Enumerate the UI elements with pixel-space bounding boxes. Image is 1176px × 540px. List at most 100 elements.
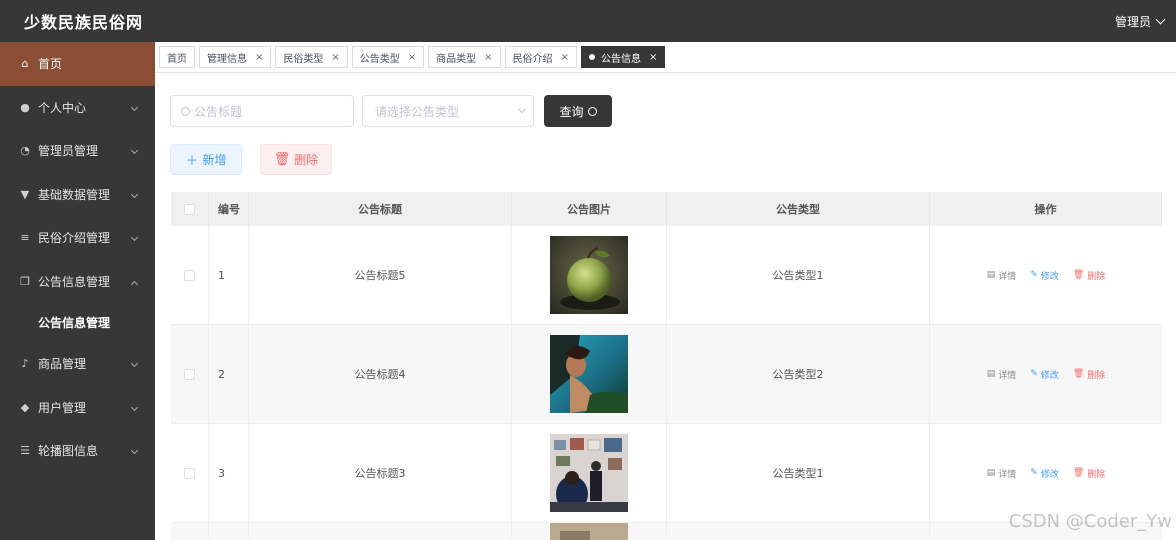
edit-icon: ✎ xyxy=(1030,270,1038,280)
select-placeholder: 请选择公告类型 xyxy=(375,104,460,119)
row-id: 1 xyxy=(209,226,249,324)
row-operations: ▤ 详情 ✎ 修改 🗑 删除 xyxy=(930,325,1162,423)
edit-icon: ✎ xyxy=(1030,468,1038,478)
copy-icon: ❐ xyxy=(20,274,30,288)
close-icon[interactable]: × xyxy=(255,52,263,63)
row-image-cell xyxy=(512,325,667,423)
search-icon xyxy=(587,106,597,116)
tab-label: 民俗类型 xyxy=(283,53,324,65)
user-menu[interactable]: 管理员 xyxy=(1114,13,1166,30)
trash-icon: 🗑 xyxy=(273,152,291,167)
sidebar-item-admin[interactable]: ◔ 管理员管理 xyxy=(0,129,155,173)
notice-type-select[interactable]: 请选择公告类型 xyxy=(362,95,534,127)
tab-folk-type[interactable]: 民俗类型 × xyxy=(275,46,348,68)
sidebar-item-carousel[interactable]: ☰ 轮播图信息 xyxy=(0,429,155,473)
trash-icon: 🗑 xyxy=(1072,369,1085,379)
sidebar-item-label: 基础数据管理 xyxy=(38,187,111,202)
user-name: 管理员 xyxy=(1114,14,1151,29)
detail-button[interactable]: ▤ 详情 xyxy=(987,368,1017,381)
sidebar: ⌂ 首页 ● 个人中心 ◔ 管理员管理 ▼ 基础数据管理 ≡ 民俗介绍管理 ❐ … xyxy=(0,42,155,540)
chevron-down-icon xyxy=(1155,14,1166,24)
detail-button[interactable]: ▤ 详情 xyxy=(987,269,1017,282)
top-header: 少数民族民俗网 管理员 xyxy=(0,0,1176,42)
select-all-checkbox[interactable] xyxy=(184,203,195,215)
search-form: 公告标题 请选择公告类型 查询 xyxy=(170,95,612,127)
row-id: 2 xyxy=(209,325,249,423)
delete-label: 删除 xyxy=(294,153,319,167)
tab-notice-type[interactable]: 公告类型 × xyxy=(351,46,425,68)
tab-label: 商品类型 xyxy=(436,53,477,65)
notice-image[interactable] xyxy=(550,236,628,314)
add-button[interactable]: ＋ 新增 xyxy=(170,144,242,175)
row-id xyxy=(209,523,249,540)
tab-label: 管理信息 xyxy=(207,53,247,65)
sidebar-item-notice[interactable]: ❐ 公告信息管理 xyxy=(0,260,155,304)
row-delete-button[interactable]: 🗑 删除 xyxy=(1073,368,1105,381)
row-checkbox[interactable] xyxy=(184,269,195,281)
sidebar-item-home[interactable]: ⌂ 首页 xyxy=(0,42,155,86)
sidebar-item-label: 首页 xyxy=(38,57,63,72)
sidebar-subitem-notice-info[interactable]: 公告信息管理 xyxy=(0,303,155,342)
sidebar-item-basic-data[interactable]: ▼ 基础数据管理 xyxy=(0,173,155,217)
row-image-cell xyxy=(512,424,667,522)
close-icon[interactable]: × xyxy=(331,52,339,63)
search-icon xyxy=(181,106,190,116)
tab-folk-intro[interactable]: 民俗介绍 × xyxy=(504,46,577,68)
trash-icon: 🗑 xyxy=(1072,468,1085,478)
tab-home[interactable]: 首页 xyxy=(159,46,195,68)
row-delete-button[interactable]: 🗑 删除 xyxy=(1073,269,1105,282)
tab-goods-type[interactable]: 商品类型 × xyxy=(428,46,501,68)
home-icon: ⌂ xyxy=(21,57,29,71)
delete-button[interactable]: 🗑 删除 xyxy=(260,144,332,175)
row-id: 3 xyxy=(209,424,249,522)
header-type: 公告类型 xyxy=(667,192,930,226)
sidebar-item-label: 轮播图信息 xyxy=(38,444,99,459)
row-image-cell xyxy=(512,226,667,324)
row-title xyxy=(249,523,512,540)
chevron-up-icon xyxy=(130,280,139,288)
close-icon[interactable]: × xyxy=(561,52,569,63)
row-delete-button[interactable]: 🗑 删除 xyxy=(1073,467,1105,480)
edit-button[interactable]: ✎ 修改 xyxy=(1030,467,1059,480)
tags-bar: 首页 管理信息 × 民俗类型 × 公告类型 × 商品类型 × 民俗介绍 × 公告信息 × xyxy=(155,42,1176,73)
close-icon[interactable]: × xyxy=(408,52,416,63)
notice-image[interactable] xyxy=(550,523,628,540)
sidebar-item-profile[interactable]: ● 个人中心 xyxy=(0,86,155,130)
tab-notice-info[interactable]: 公告信息 × xyxy=(580,46,666,68)
menu-icon: ☰ xyxy=(20,444,30,458)
sidebar-item-label: 管理员管理 xyxy=(38,144,99,159)
close-icon[interactable]: × xyxy=(484,52,492,63)
row-checkbox-cell xyxy=(171,424,209,522)
sidebar-item-users[interactable]: ◆ 用户管理 xyxy=(0,386,155,430)
tab-admin-info[interactable]: 管理信息 × xyxy=(199,46,272,68)
query-label: 查询 xyxy=(559,104,584,119)
sidebar-item-goods[interactable]: ♪ 商品管理 xyxy=(0,342,155,386)
trash-icon: 🗑 xyxy=(1072,270,1085,280)
gauge-icon: ◔ xyxy=(20,144,30,158)
row-checkbox[interactable] xyxy=(184,467,195,479)
edit-button[interactable]: ✎ 修改 xyxy=(1030,269,1059,282)
notice-table: 编号 公告标题 公告图片 公告类型 操作 1 公告标题5 公告类型1 ▤ 详情 … xyxy=(171,192,1162,540)
row-checkbox-cell xyxy=(171,523,209,540)
query-button[interactable]: 查询 xyxy=(544,95,612,127)
notice-image[interactable] xyxy=(550,434,628,512)
row-checkbox[interactable] xyxy=(184,368,195,380)
sidebar-item-label: 个人中心 xyxy=(38,100,87,115)
chevron-down-icon xyxy=(130,146,139,155)
table-row: 2 公告标题4 公告类型2 ▤ 详情 ✎ 修改 🗑 删除 xyxy=(171,325,1162,424)
sidebar-item-label: 商品管理 xyxy=(38,357,87,372)
site-title: 少数民族民俗网 xyxy=(24,13,144,32)
close-icon[interactable]: × xyxy=(649,52,657,63)
sidebar-item-folk-intro[interactable]: ≡ 民俗介绍管理 xyxy=(0,216,155,260)
table-row: 1 公告标题5 公告类型1 ▤ 详情 ✎ 修改 🗑 删除 xyxy=(171,226,1162,325)
edit-button[interactable]: ✎ 修改 xyxy=(1030,368,1059,381)
notice-image[interactable] xyxy=(550,335,628,413)
brush-icon: ▼ xyxy=(20,187,30,201)
plus-icon: ＋ xyxy=(185,154,199,169)
header-title: 公告标题 xyxy=(249,192,512,226)
notice-title-input[interactable]: 公告标题 xyxy=(170,95,354,127)
edit-icon: ✎ xyxy=(1030,369,1038,379)
detail-button[interactable]: ▤ 详情 xyxy=(987,467,1017,480)
detail-label: 详情 xyxy=(998,271,1017,282)
row-type xyxy=(667,523,930,540)
